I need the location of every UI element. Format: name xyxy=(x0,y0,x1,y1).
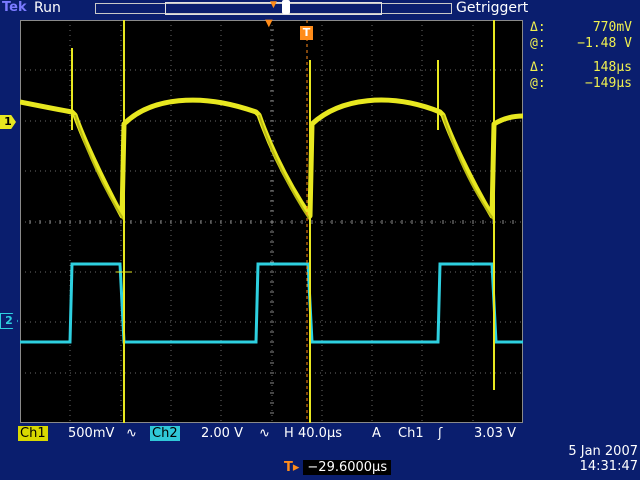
coupling-ac-icon: ∿ xyxy=(126,426,137,441)
graticule xyxy=(19,19,524,424)
ch1-label[interactable]: Ch1 xyxy=(18,426,48,441)
settings-status-bar: Ch1 500mV ∿ Ch2 2.00 V ∿ H 40.0µs A Ch1 … xyxy=(18,425,526,443)
record-position-icon[interactable] xyxy=(282,0,290,14)
timestamp: 5 Jan 2007 14:31:47 xyxy=(538,444,638,474)
amp-at-value: −1.48 V xyxy=(577,36,632,51)
time-at-value: −149µs xyxy=(585,76,632,91)
top-status-bar: Tek Run ▼ Getriggert xyxy=(0,0,640,18)
trigger-status: Getriggert xyxy=(456,0,529,16)
time-delta-value: 148µs xyxy=(592,60,632,75)
date: 5 Jan 2007 xyxy=(568,444,638,459)
waveform-display[interactable] xyxy=(19,19,524,424)
delta-label: Δ: xyxy=(530,60,546,75)
brand-logo: Tek xyxy=(2,0,27,15)
ch2-scale[interactable]: 2.00 V xyxy=(201,426,243,441)
at-label: @: xyxy=(530,76,546,91)
acquisition-label: A xyxy=(372,426,381,441)
offset-value: −29.6000µs xyxy=(303,460,392,475)
offset-icon: T▸ xyxy=(284,460,300,475)
ch2-label[interactable]: Ch2 xyxy=(150,426,180,441)
ch1-trace xyxy=(19,97,524,219)
run-state[interactable]: Run xyxy=(34,0,61,16)
trigger-marker-icon[interactable]: T xyxy=(300,26,313,40)
horizontal-label: H xyxy=(284,426,294,441)
cursor-readout-panel: Δ: 770mV @: −1.48 V Δ: 148µs @: −149µs xyxy=(528,20,640,120)
time: 14:31:47 xyxy=(579,459,638,474)
ch2-marker-icon[interactable]: 2 xyxy=(0,313,18,329)
trigger-position-icon: ▼ xyxy=(270,0,277,10)
trigger-level[interactable]: 3.03 V xyxy=(474,426,516,441)
ch1-marker-icon[interactable]: 1 xyxy=(0,115,16,129)
at-label: @: xyxy=(530,36,546,51)
ch1-trace-envelope xyxy=(74,114,495,221)
rising-slope-icon: ʃ xyxy=(438,426,443,441)
horizontal-offset[interactable]: T▸ −29.6000µs xyxy=(284,460,392,475)
ch1-scale[interactable]: 500mV xyxy=(68,426,114,441)
trigger-source[interactable]: Ch1 xyxy=(398,426,424,441)
amp-delta-value: 770mV xyxy=(592,20,632,35)
horizontal-scale[interactable]: 40.0µs xyxy=(298,426,342,441)
delta-label: Δ: xyxy=(530,20,546,35)
trigger-level-arrow-icon: ▼ xyxy=(265,18,273,29)
coupling-ac-icon: ∿ xyxy=(259,426,270,441)
